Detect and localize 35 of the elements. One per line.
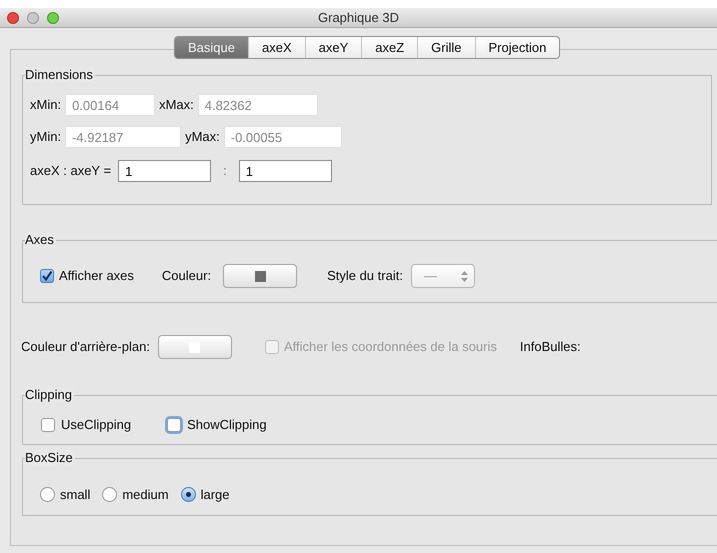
close-icon[interactable] bbox=[7, 12, 19, 24]
group-title: Clipping bbox=[25, 387, 74, 403]
field-label: xMax: bbox=[159, 96, 194, 114]
checkbox-label: UseClipping bbox=[61, 416, 132, 434]
checkbox[interactable] bbox=[41, 418, 55, 432]
input-field[interactable]: 1 bbox=[118, 160, 212, 182]
field-label: Couleur: bbox=[162, 267, 212, 286]
checkbox-label: Afficher axes bbox=[59, 267, 134, 286]
field-label: InfoBulles: bbox=[520, 338, 581, 356]
color-button[interactable] bbox=[158, 335, 232, 359]
zoom-icon[interactable] bbox=[47, 12, 59, 24]
tab[interactable]: axeX bbox=[248, 37, 305, 58]
field-label: Style du trait: bbox=[327, 267, 403, 286]
checkbox[interactable] bbox=[40, 269, 54, 283]
minimize-icon[interactable] bbox=[27, 12, 39, 24]
checkbox-label: ShowClipping bbox=[187, 416, 267, 434]
stepper-icon bbox=[460, 270, 468, 282]
checkbox-label: Afficher les coordonnées de la souris bbox=[284, 338, 497, 356]
window-title: Graphique 3D bbox=[318, 8, 399, 27]
field-label: yMin: bbox=[30, 128, 62, 146]
radio-label: medium bbox=[122, 486, 169, 504]
tab[interactable]: Projection bbox=[474, 37, 560, 58]
field-label: yMax: bbox=[185, 128, 220, 146]
separator-label: : bbox=[223, 162, 227, 180]
input-field[interactable]: 1 bbox=[238, 160, 332, 182]
tab[interactable]: axeZ bbox=[361, 37, 418, 58]
tab[interactable]: Grille bbox=[417, 37, 475, 58]
color-button[interactable] bbox=[223, 264, 298, 288]
tab[interactable]: axeY bbox=[304, 37, 362, 58]
radio-label: large bbox=[200, 486, 230, 504]
tab[interactable]: Basique bbox=[175, 37, 248, 58]
field-label: Couleur d'arrière-plan: bbox=[22, 338, 150, 356]
field-label: xMin: bbox=[30, 96, 62, 114]
field-label: axeX : axeY = bbox=[30, 162, 112, 180]
radio-label: small bbox=[60, 486, 90, 504]
